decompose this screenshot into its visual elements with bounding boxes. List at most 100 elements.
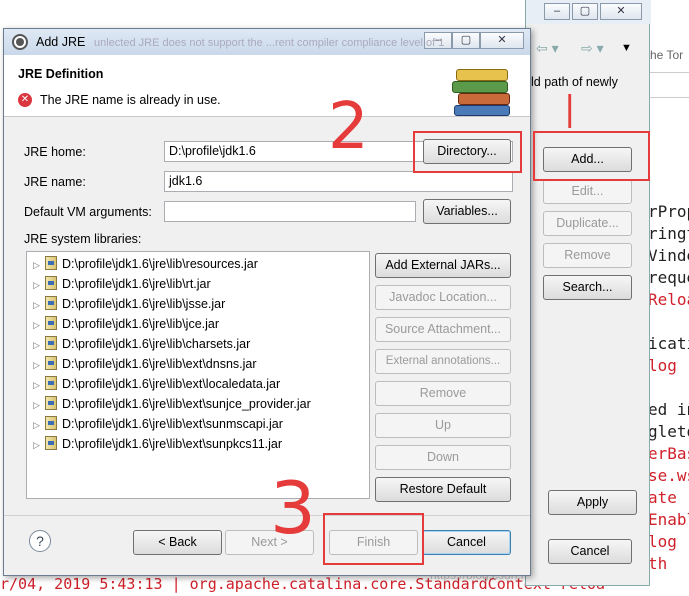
restore-default-button[interactable]: Restore Default bbox=[375, 477, 511, 502]
maximize-icon[interactable]: ▢ bbox=[572, 3, 598, 20]
header-title: JRE Definition bbox=[18, 67, 104, 81]
dialog-header: JRE Definition ✕ The JRE name is already… bbox=[4, 55, 530, 117]
library-path: D:\profile\jdk1.6\jre\lib\ext\localedata… bbox=[62, 377, 281, 391]
jar-icon bbox=[45, 256, 57, 270]
cancel-button[interactable]: Cancel bbox=[422, 530, 511, 555]
view-menu-icon[interactable]: ▼ bbox=[621, 42, 632, 54]
dialog-maximize-icon[interactable]: ▢ bbox=[452, 32, 480, 49]
jar-icon bbox=[45, 336, 57, 350]
remove-jre-button[interactable]: Remove bbox=[543, 243, 632, 268]
vm-args-label: Default VM arguments: bbox=[24, 205, 152, 219]
expand-arrow-icon[interactable]: ▷ bbox=[33, 380, 43, 391]
preferences-titlebar: – ▢ ✕ bbox=[526, 0, 651, 24]
list-item[interactable]: ▷ D:\profile\jdk1.6\jre\lib\ext\localedat… bbox=[33, 376, 280, 396]
expand-arrow-icon[interactable]: ▷ bbox=[33, 400, 43, 411]
code-line: gleto bbox=[648, 422, 689, 441]
nav-back-icon[interactable]: ⇦ ▾ bbox=[536, 40, 559, 57]
annotation-mark-1: | bbox=[564, 89, 576, 129]
expand-arrow-icon[interactable]: ▷ bbox=[33, 260, 43, 271]
annotation-box-directory bbox=[413, 131, 522, 173]
jre-home-label: JRE home: bbox=[24, 145, 86, 159]
library-path: D:\profile\jdk1.6\jre\lib\ext\sunjce_pro… bbox=[62, 397, 311, 411]
library-path: D:\profile\jdk1.6\jre\lib\resources.jar bbox=[62, 257, 258, 271]
code-line: Enabl bbox=[648, 510, 689, 529]
obscured-warning-text: unlected JRE does not support the ...ren… bbox=[94, 37, 445, 49]
external-annotations-button[interactable]: External annotations... bbox=[375, 349, 511, 374]
list-item[interactable]: ▷ D:\profile\jdk1.6\jre\lib\ext\sunpkcs11… bbox=[33, 436, 282, 456]
close-icon[interactable]: ✕ bbox=[600, 3, 642, 20]
libraries-label: JRE system libraries: bbox=[24, 232, 142, 246]
nav-forward-icon[interactable]: ⇨ ▾ bbox=[581, 40, 604, 57]
edit-jre-button[interactable]: Edit... bbox=[543, 179, 632, 204]
add-jre-dialog: Add JRE – ▢ ✕ unlected JRE does not supp… bbox=[3, 28, 531, 576]
code-line: erBas bbox=[648, 444, 689, 463]
list-item[interactable]: ▷ D:\profile\jdk1.6\jre\lib\ext\sunjce_pr… bbox=[33, 396, 311, 416]
code-line: ate bbox=[648, 488, 677, 507]
jre-libraries-tree[interactable]: ▷ D:\profile\jdk1.6\jre\lib\resources.jar… bbox=[26, 251, 370, 499]
expand-arrow-icon[interactable]: ▷ bbox=[33, 420, 43, 431]
up-button[interactable]: Up bbox=[375, 413, 511, 438]
source-attachment-button[interactable]: Source Attachment... bbox=[375, 317, 511, 342]
duplicate-jre-button[interactable]: Duplicate... bbox=[543, 211, 632, 236]
expand-arrow-icon[interactable]: ▷ bbox=[33, 300, 43, 311]
search-jre-button[interactable]: Search... bbox=[543, 275, 632, 300]
annotation-number-2: 2 bbox=[328, 90, 369, 164]
expand-arrow-icon[interactable]: ▷ bbox=[33, 340, 43, 351]
minimize-icon[interactable]: – bbox=[544, 3, 570, 20]
list-item[interactable]: ▷ D:\profile\jdk1.6\jre\lib\ext\sunmscapi… bbox=[33, 416, 283, 436]
vm-args-input[interactable] bbox=[164, 201, 416, 222]
preferences-window: – ▢ ✕ ⇦ ▾ ⇨ ▾ ▼ ld path of newly Add... … bbox=[525, 0, 651, 586]
footer-divider bbox=[4, 515, 530, 516]
code-line: Vinde bbox=[648, 246, 689, 265]
jar-icon bbox=[45, 396, 57, 410]
jar-icon bbox=[45, 416, 57, 430]
annotation-number-3: 3 bbox=[270, 466, 316, 550]
annotation-box-finish bbox=[323, 513, 424, 565]
pref-cancel-button[interactable]: Cancel bbox=[548, 539, 632, 564]
jar-icon bbox=[45, 296, 57, 310]
library-path: D:\profile\jdk1.6\jre\lib\ext\sunmscapi.… bbox=[62, 417, 283, 431]
error-message: The JRE name is already in use. bbox=[40, 93, 221, 107]
help-icon[interactable]: ? bbox=[29, 530, 51, 552]
code-line: th bbox=[648, 554, 668, 573]
dialog-title: Add JRE bbox=[36, 35, 86, 49]
list-item[interactable]: ▷ D:\profile\jdk1.6\jre\lib\charsets.jar bbox=[33, 336, 250, 356]
code-line: ed in bbox=[648, 400, 689, 419]
remove-library-button[interactable]: Remove bbox=[375, 381, 511, 406]
code-line: icati bbox=[648, 334, 689, 353]
code-line: rProp bbox=[648, 202, 689, 221]
expand-arrow-icon[interactable]: ▷ bbox=[33, 320, 43, 331]
dialog-close-icon[interactable]: ✕ bbox=[480, 32, 524, 49]
error-icon: ✕ bbox=[18, 93, 32, 107]
code-line: Reloa bbox=[648, 290, 689, 309]
library-path: D:\profile\jdk1.6\jre\lib\ext\sunpkcs11.… bbox=[62, 437, 283, 451]
list-item[interactable]: ▷ D:\profile\jdk1.6\jre\lib\rt.jar bbox=[33, 276, 211, 296]
apply-button[interactable]: Apply bbox=[548, 490, 637, 515]
code-line: ringt bbox=[648, 224, 689, 243]
list-item[interactable]: ▷ D:\profile\jdk1.6\jre\lib\resources.jar bbox=[33, 256, 258, 276]
eclipse-icon bbox=[12, 34, 28, 50]
jre-name-input[interactable]: jdk1.6 bbox=[164, 171, 513, 192]
library-path: D:\profile\jdk1.6\jre\lib\rt.jar bbox=[62, 277, 211, 291]
jar-icon bbox=[45, 316, 57, 330]
list-item[interactable]: ▷ D:\profile\jdk1.6\jre\lib\ext\dnsns.jar bbox=[33, 356, 257, 376]
code-line: log bbox=[648, 356, 677, 375]
library-path: D:\profile\jdk1.6\jre\lib\jce.jar bbox=[62, 317, 220, 331]
jar-icon bbox=[45, 436, 57, 450]
variables-button[interactable]: Variables... bbox=[423, 199, 511, 224]
down-button[interactable]: Down bbox=[375, 445, 511, 470]
code-line: reque bbox=[648, 268, 689, 287]
side-tab-text: he Tor bbox=[650, 48, 684, 62]
add-external-jars-button[interactable]: Add External JARs... bbox=[375, 253, 511, 278]
jar-icon bbox=[45, 276, 57, 290]
back-button[interactable]: < Back bbox=[133, 530, 222, 555]
expand-arrow-icon[interactable]: ▷ bbox=[33, 440, 43, 451]
expand-arrow-icon[interactable]: ▷ bbox=[33, 360, 43, 371]
library-path: D:\profile\jdk1.6\jre\lib\jsse.jar bbox=[62, 297, 226, 311]
library-path: D:\profile\jdk1.6\jre\lib\charsets.jar bbox=[62, 337, 251, 351]
list-item[interactable]: ▷ D:\profile\jdk1.6\jre\lib\jce.jar bbox=[33, 316, 219, 336]
javadoc-location-button[interactable]: Javadoc Location... bbox=[375, 285, 511, 310]
library-path: D:\profile\jdk1.6\jre\lib\ext\dnsns.jar bbox=[62, 357, 257, 371]
list-item[interactable]: ▷ D:\profile\jdk1.6\jre\lib\jsse.jar bbox=[33, 296, 225, 316]
expand-arrow-icon[interactable]: ▷ bbox=[33, 280, 43, 291]
